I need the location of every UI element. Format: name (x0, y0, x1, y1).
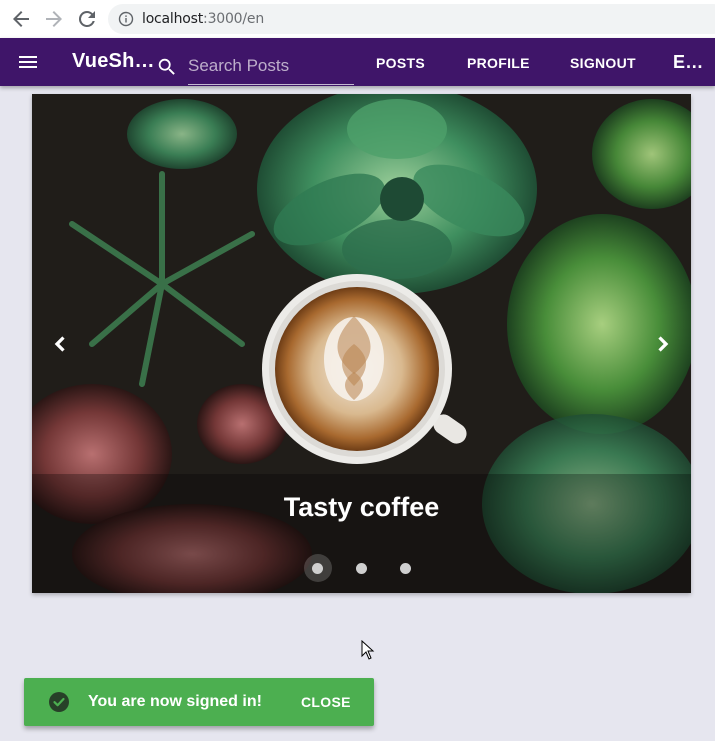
reload-icon[interactable] (75, 7, 99, 31)
nav-profile[interactable]: PROFILE (467, 55, 530, 71)
url-host: localhost (142, 11, 204, 27)
chevron-left-icon[interactable] (46, 330, 74, 358)
nav-signout[interactable]: SIGNOUT (570, 55, 636, 71)
chevron-right-icon[interactable] (649, 330, 677, 358)
hamburger-menu-icon[interactable] (16, 50, 40, 74)
app-toolbar: VueSh… POSTS PROFILE SIGNOUT E… (0, 38, 715, 86)
indicator-3-dot[interactable] (400, 563, 411, 574)
slide-caption: Tasty coffee (283, 492, 440, 522)
nav-posts[interactable]: POSTS (376, 55, 425, 71)
search-field (188, 52, 354, 85)
url-path: :3000/en (203, 11, 264, 27)
app-title[interactable]: VueSh… (72, 50, 155, 73)
back-arrow-icon[interactable] (9, 7, 33, 31)
search-input[interactable] (188, 52, 348, 76)
check-circle-icon (49, 692, 69, 712)
carousel-indicators (302, 554, 442, 582)
snackbar-message: You are now signed in! (88, 693, 262, 710)
info-icon[interactable] (118, 11, 134, 27)
search-icon (156, 56, 178, 78)
mouse-cursor-icon (361, 639, 375, 660)
snackbar-close-button[interactable]: CLOSE (301, 694, 351, 710)
signin-snackbar: You are now signed in! CLOSE (24, 678, 374, 726)
url-text: localhost:3000/en (142, 11, 264, 27)
indicator-1-dot[interactable] (312, 563, 323, 574)
indicator-2-dot[interactable] (356, 563, 367, 574)
forward-arrow-icon[interactable] (42, 7, 66, 31)
browser-toolbar: localhost:3000/en (0, 0, 715, 39)
image-carousel: Tasty coffee (32, 94, 691, 593)
language-menu[interactable]: E… (673, 52, 704, 73)
address-bar[interactable]: localhost:3000/en (108, 4, 715, 34)
